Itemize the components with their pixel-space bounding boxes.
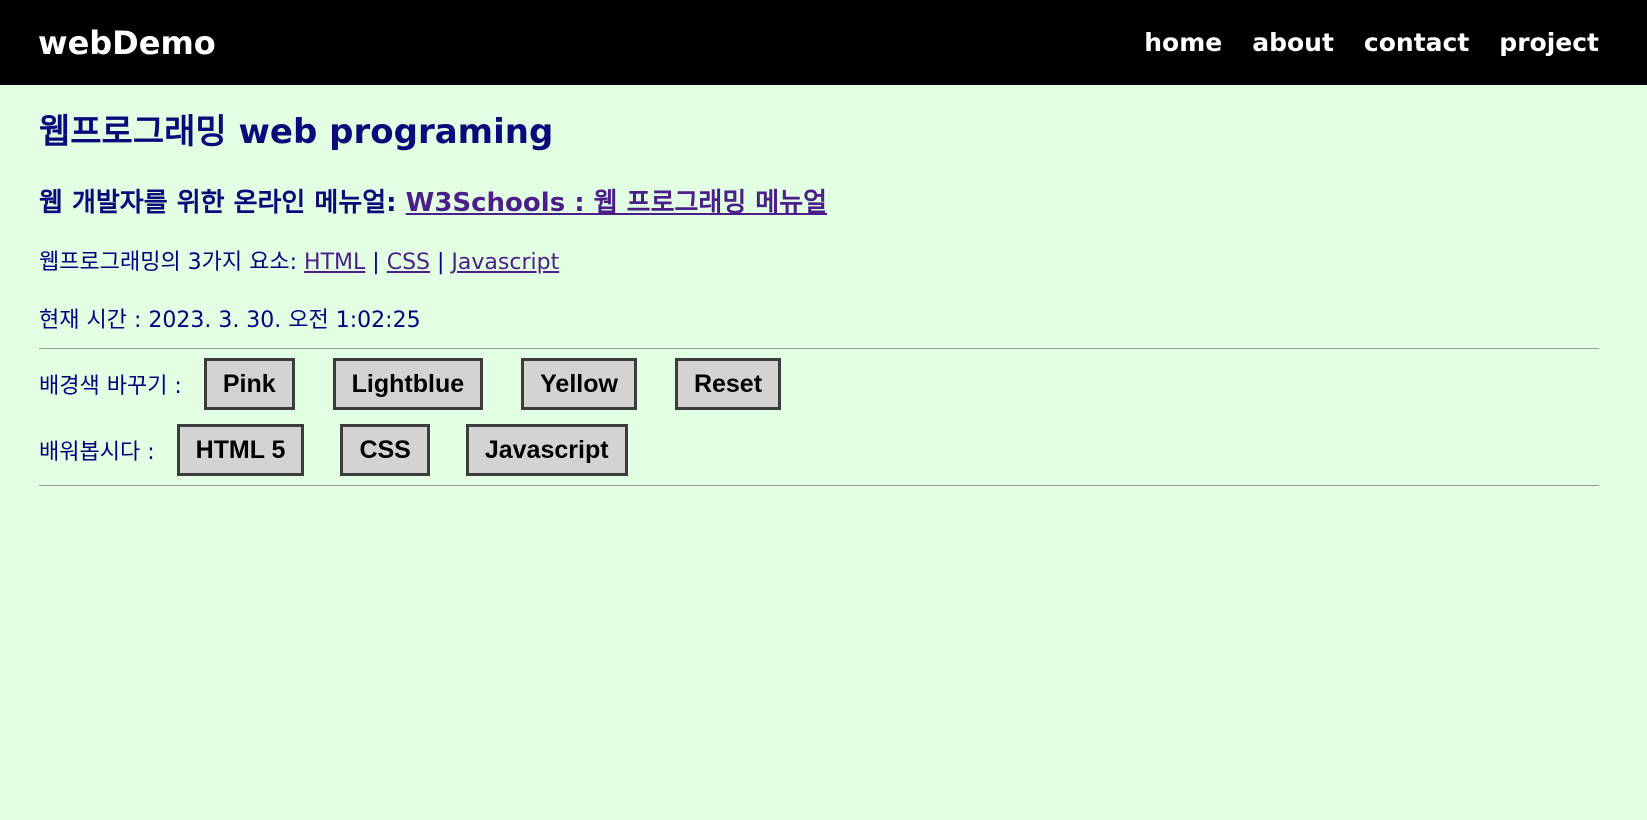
web-elements-prefix: 웹프로그래밍의 3가지 요소:: [39, 250, 298, 275]
javascript-link[interactable]: Javascript: [451, 250, 559, 275]
manual-heading-prefix: 웹 개발자를 위한 온라인 메뉴얼:: [39, 188, 397, 218]
top-navigation-bar: webDemo home about contact project: [0, 0, 1647, 85]
manual-heading: 웹 개발자를 위한 온라인 메뉴얼: W3Schools : 웹 프로그래밍 메…: [39, 183, 1599, 223]
brand-logo-text[interactable]: webDemo: [38, 24, 216, 62]
separator: |: [372, 250, 380, 275]
divider-bottom: [39, 485, 1599, 486]
nav-link-home[interactable]: home: [1144, 28, 1222, 57]
javascript-button[interactable]: Javascript: [465, 424, 628, 476]
lightblue-button[interactable]: Lightblue: [332, 358, 484, 410]
background-color-label: 배경색 바꾸기 :: [39, 374, 182, 399]
html5-button[interactable]: HTML 5: [176, 424, 305, 476]
yellow-button[interactable]: Yellow: [521, 358, 637, 410]
separator: |: [437, 250, 445, 275]
divider-top: [39, 348, 1599, 349]
nav-link-project[interactable]: project: [1499, 28, 1599, 57]
reset-button[interactable]: Reset: [674, 358, 782, 410]
current-time: 현재 시간 : 2023. 3. 30. 오전 1:02:25: [39, 308, 421, 333]
page-title: 웹프로그래밍 web programing: [39, 112, 554, 152]
css-link[interactable]: CSS: [387, 250, 430, 275]
nav-link-contact[interactable]: contact: [1364, 28, 1469, 57]
web-elements-line: 웹프로그래밍의 3가지 요소: HTML | CSS | Javascript: [39, 247, 1599, 279]
background-color-controls: 배경색 바꾸기 : Pink Lightblue Yellow Reset: [39, 357, 1599, 411]
html-link[interactable]: HTML: [304, 250, 365, 275]
main-nav: home about contact project: [1144, 28, 1599, 57]
w3schools-link[interactable]: W3Schools : 웹 프로그래밍 메뉴얼: [406, 188, 827, 218]
main-content: 웹프로그래밍 web programing 웹 개발자를 위한 온라인 메뉴얼:…: [0, 109, 1647, 486]
pink-button[interactable]: Pink: [203, 358, 295, 410]
nav-link-about[interactable]: about: [1252, 28, 1334, 57]
css-button[interactable]: CSS: [340, 424, 430, 476]
learn-controls: 배워봅시다 : HTML 5 CSS Javascript: [39, 423, 1599, 477]
learn-label: 배워봅시다 :: [39, 440, 155, 465]
